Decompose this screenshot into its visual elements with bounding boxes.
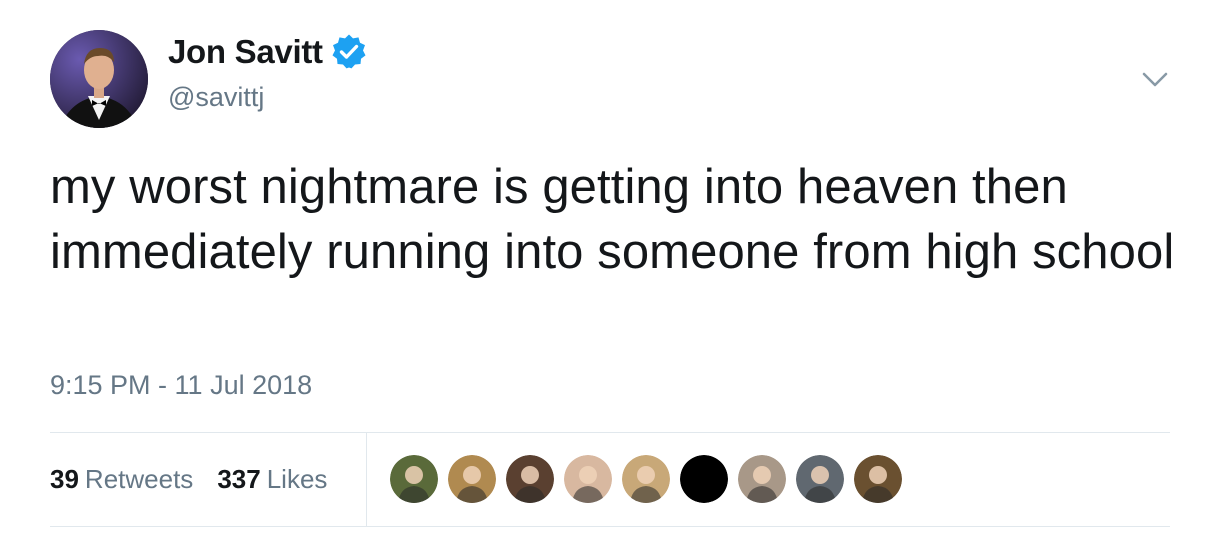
author-display-name[interactable]: Jon Savitt xyxy=(168,33,323,71)
author-name-row: Jon Savitt xyxy=(168,33,367,71)
user-avatar[interactable] xyxy=(50,30,148,128)
chevron-down-icon[interactable] xyxy=(1140,64,1170,94)
likes-label: Likes xyxy=(266,463,328,494)
likes-stat[interactable]: 337 Likes xyxy=(217,464,327,495)
liker-avatar-icon[interactable] xyxy=(796,455,844,503)
liker-avatar-icon[interactable] xyxy=(680,455,728,503)
likers-avatar-list xyxy=(390,455,912,503)
stats-separator xyxy=(366,433,367,526)
retweets-stat[interactable]: 39 Retweets xyxy=(50,464,193,495)
liker-avatar-icon[interactable] xyxy=(738,455,786,503)
liker-avatar-icon[interactable] xyxy=(622,455,670,503)
retweets-label: Retweets xyxy=(84,463,194,494)
tweet-timestamp[interactable]: 9:15 PM - 11 Jul 2018 xyxy=(50,370,312,401)
likes-count: 337 xyxy=(217,463,261,494)
liker-avatar-icon[interactable] xyxy=(448,455,496,503)
liker-avatar-icon[interactable] xyxy=(564,455,612,503)
verified-badge-icon xyxy=(331,34,367,70)
author-handle[interactable]: @savittj xyxy=(168,82,264,113)
liker-avatar-icon[interactable] xyxy=(506,455,554,503)
divider xyxy=(50,526,1170,527)
retweets-count: 39 xyxy=(50,463,79,494)
tweet-stats: 39 Retweets 337 Likes xyxy=(50,432,351,526)
tweet-text: my worst nightmare is getting into heave… xyxy=(50,160,1175,279)
liker-avatar-icon[interactable] xyxy=(854,455,902,503)
liker-avatar-icon[interactable] xyxy=(390,455,438,503)
